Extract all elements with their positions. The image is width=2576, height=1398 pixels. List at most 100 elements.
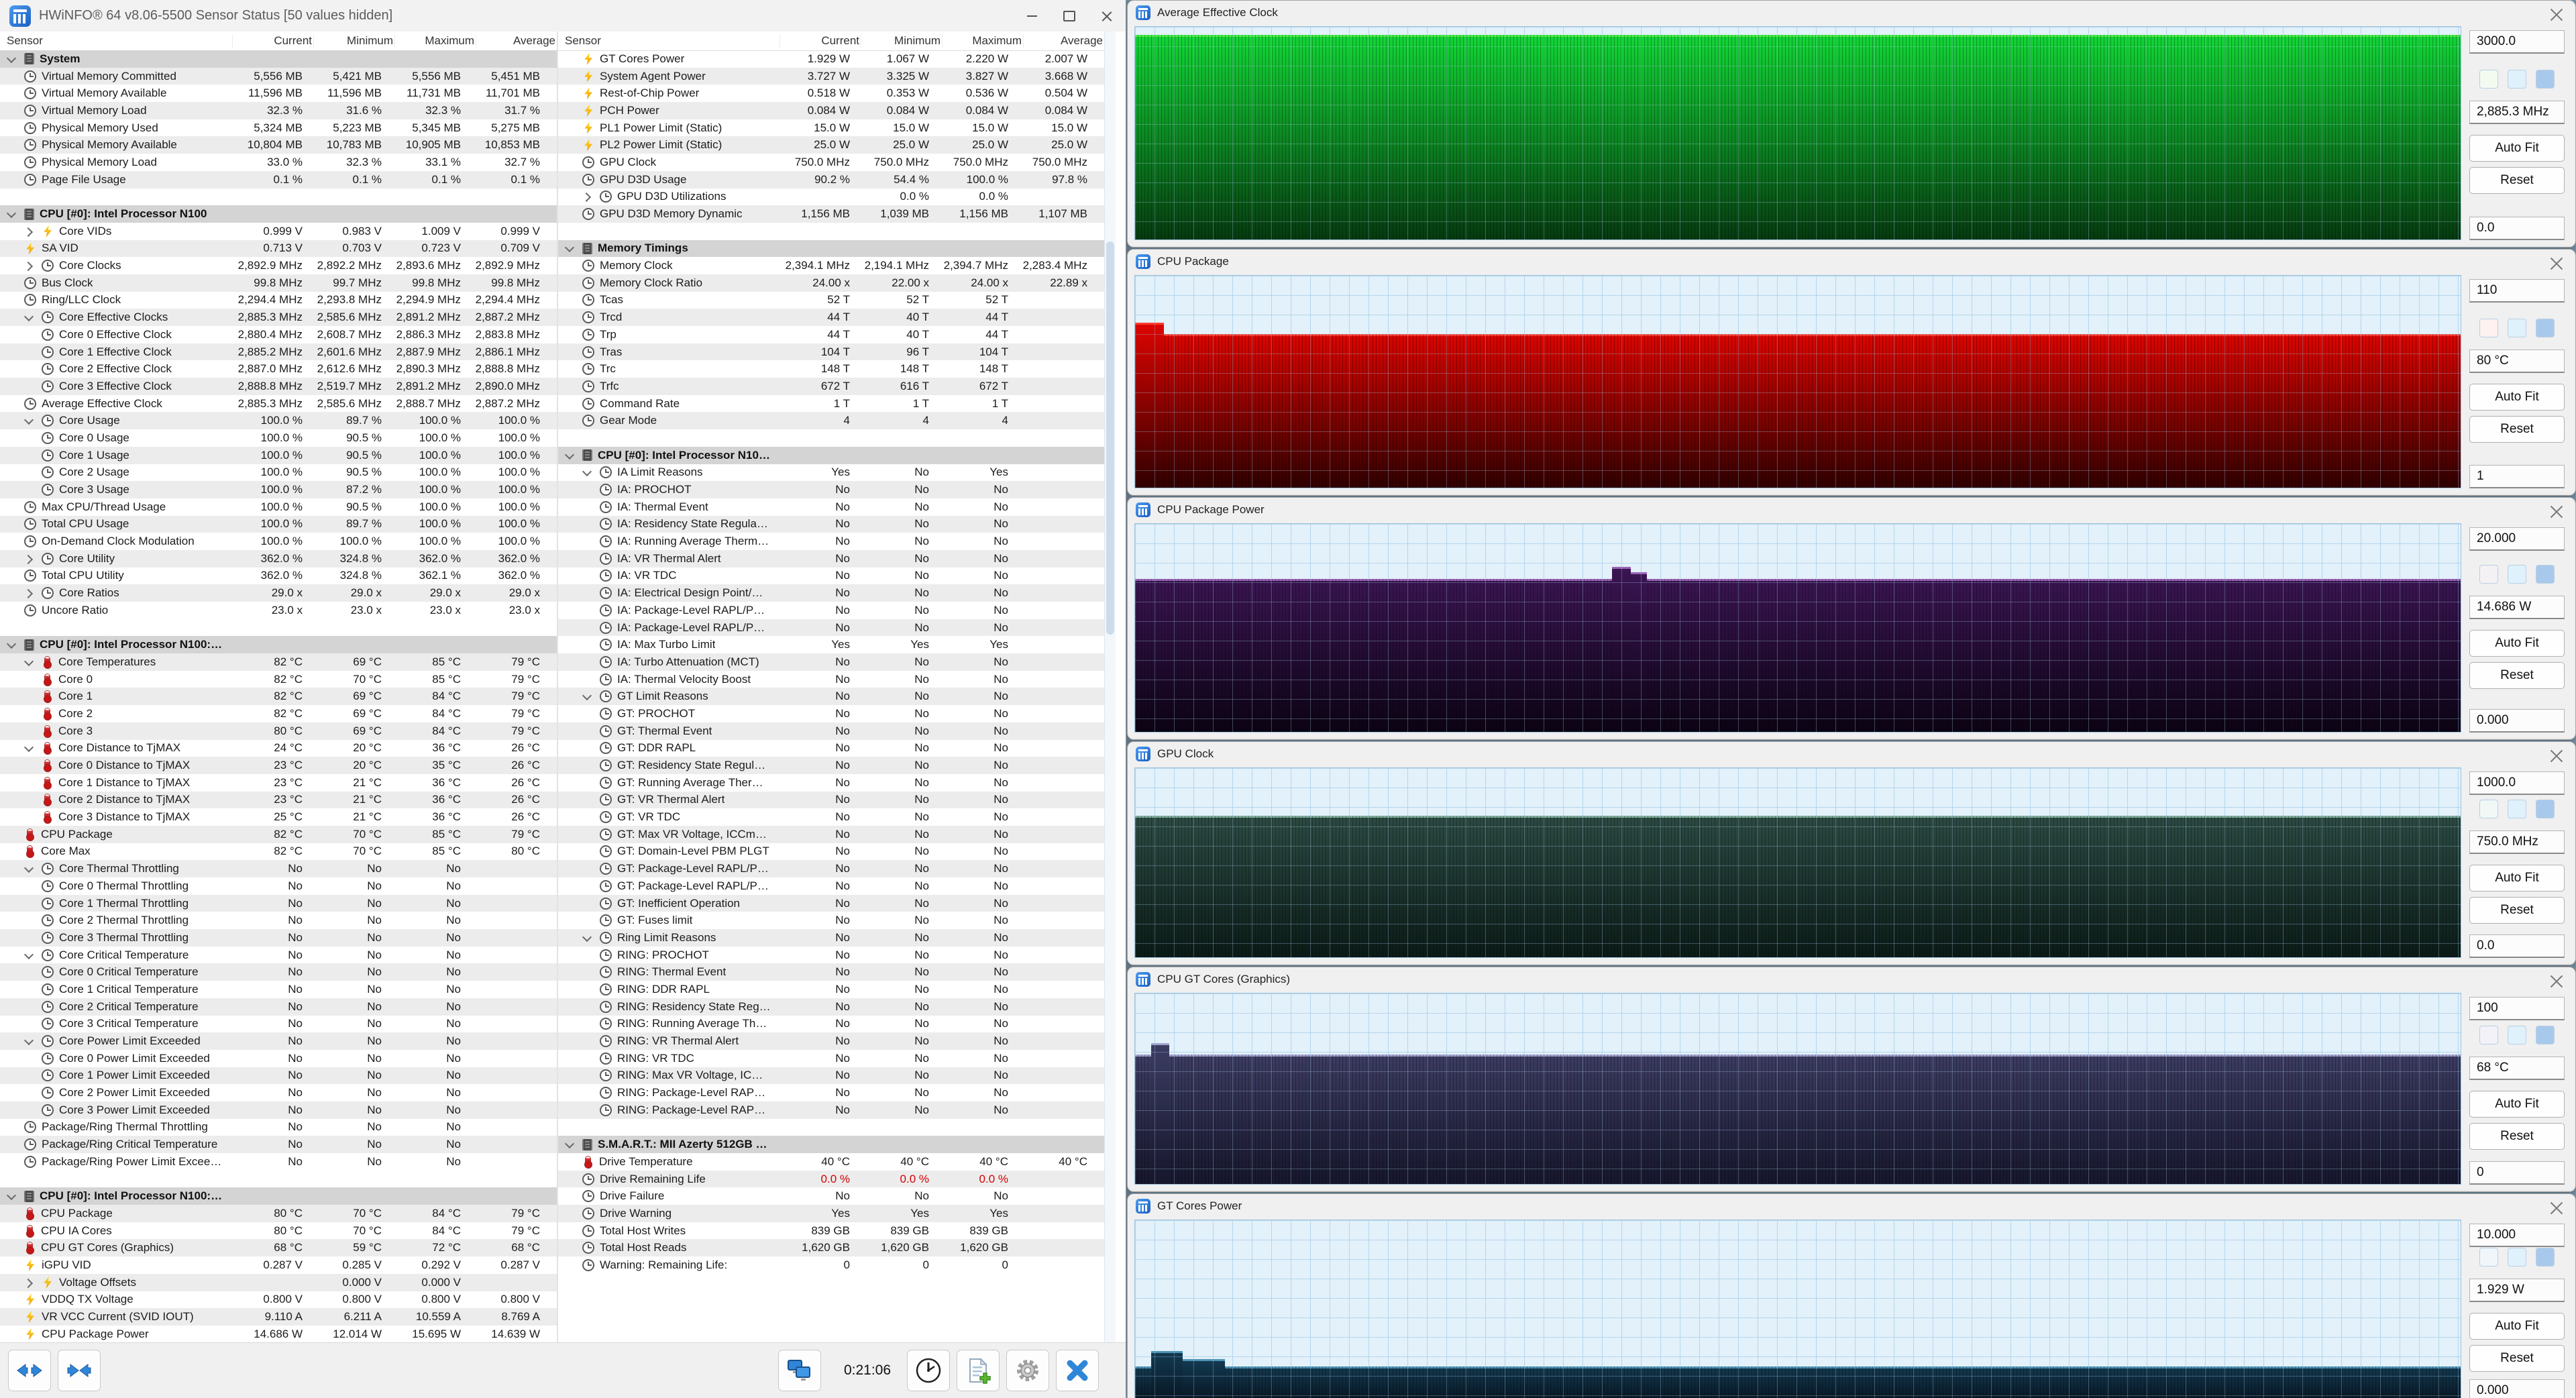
maximize-button[interactable] — [1051, 0, 1088, 32]
color-swatch-3[interactable] — [2536, 564, 2555, 584]
chevron-open-icon[interactable] — [23, 415, 36, 427]
sensor-row[interactable]: Core 3 80 °C 69 °C 84 °C 79 °C — [0, 722, 557, 740]
sensor-row[interactable]: RING: VR Thermal Alert No No No — [558, 1032, 1104, 1050]
max-scale-input[interactable]: 110 — [2469, 279, 2565, 303]
column-header-average[interactable]: Average — [476, 34, 557, 48]
sensor-row[interactable]: RING: Residency State Regulati... No No No — [558, 998, 1104, 1016]
sensor-row[interactable]: Average Effective Clock 2,885.3 MHz 2,585.… — [0, 395, 557, 413]
sensor-row[interactable]: Core 1 Power Limit Exceeded No No No — [0, 1067, 557, 1085]
graph-window-titlebar[interactable]: GT Cores Power — [1128, 1194, 2575, 1218]
sensor-row[interactable]: iGPU VID 0.287 V 0.285 V 0.292 V 0.287 V — [0, 1256, 557, 1274]
color-swatch-1[interactable] — [2479, 1025, 2498, 1044]
sensor-row[interactable]: Core Usage 100.0 % 89.7 % 100.0 % 100.0 % — [0, 412, 557, 430]
sensor-row[interactable]: Core Effective Clocks 2,885.3 MHz 2,585.6 … — [0, 309, 557, 326]
max-scale-input[interactable]: 100 — [2469, 997, 2565, 1020]
chevron-right-icon[interactable] — [23, 553, 36, 565]
column-header-average[interactable]: Average — [1023, 34, 1104, 48]
color-swatch-2[interactable] — [2508, 70, 2526, 89]
sensor-row[interactable]: Trfc 672 T 616 T 672 T — [558, 378, 1104, 395]
sensor-row[interactable]: CPU Package 82 °C 70 °C 85 °C 79 °C — [0, 825, 557, 843]
sensor-row[interactable]: SA VID 0.713 V 0.703 V 0.723 V 0.709 V — [0, 239, 557, 258]
chevron-open-icon[interactable] — [581, 690, 594, 702]
group-row[interactable]: CPU [#0]: Intel Processor N100: Enhanced — [0, 1187, 557, 1205]
sensor-row[interactable]: GT: Domain-Level PBM PLGT No No No — [558, 843, 1104, 861]
close-icon[interactable] — [2550, 504, 2563, 517]
chevron-open-icon[interactable] — [564, 1138, 577, 1150]
graph-window-titlebar[interactable]: CPU Package — [1128, 250, 2575, 274]
column-header-maximum[interactable]: Maximum — [942, 34, 1023, 48]
sensor-row[interactable]: Core 2 82 °C 69 °C 84 °C 79 °C — [0, 705, 557, 722]
sensor-row[interactable]: Core 0 Usage 100.0 % 90.5 % 100.0 % 100.0 % — [0, 429, 557, 447]
column-header-sensor[interactable]: Sensor — [7, 34, 232, 48]
sensor-row[interactable]: CPU IA Cores 80 °C 70 °C 84 °C 79 °C — [0, 1222, 557, 1240]
color-swatch-3[interactable] — [2536, 70, 2555, 89]
reset-button[interactable]: Reset — [2469, 1122, 2565, 1150]
close-sensors-button[interactable] — [1056, 1350, 1099, 1391]
sensor-row[interactable]: Core VIDs 0.999 V 0.983 V 1.009 V 0.999 V — [0, 223, 557, 240]
sensor-row[interactable]: RING: Package-Level RAPL/PB... No No No — [558, 1084, 1104, 1101]
chevron-open-icon[interactable] — [581, 466, 594, 478]
remote-monitoring-button[interactable] — [778, 1350, 821, 1391]
sensor-row[interactable]: IA: Package-Level RAPL/PBM PL1 No No No — [558, 602, 1104, 619]
color-swatch-3[interactable] — [2536, 318, 2555, 337]
sensor-row[interactable]: Ring Limit Reasons No No No — [558, 929, 1104, 947]
sensor-row[interactable]: Ring/LLC Clock 2,294.4 MHz 2,293.8 MHz 2,29… — [0, 292, 557, 309]
sensor-row[interactable]: On-Demand Clock Modulation 100.0 % 100.0 %… — [0, 533, 557, 550]
sensor-row[interactable]: RING: Running Average Therm... No No No — [558, 1016, 1104, 1033]
sensor-row[interactable]: Core Utility 362.0 % 324.8 % 362.0 % 362.0 % — [0, 549, 557, 568]
sensor-row[interactable]: IA: VR Thermal Alert No No No — [558, 549, 1104, 568]
chevron-open-icon[interactable] — [23, 311, 36, 323]
sensor-row[interactable]: Package/Ring Thermal Throttling No No No — [0, 1119, 557, 1136]
sensor-row[interactable]: IA: Max Turbo Limit Yes Yes Yes — [558, 636, 1104, 653]
sensor-row[interactable]: Core Max 82 °C 70 °C 85 °C 80 °C — [0, 843, 557, 861]
sensor-row[interactable]: Trp 44 T 40 T 44 T — [558, 326, 1104, 343]
min-scale-input[interactable]: 1 — [2469, 465, 2565, 488]
chevron-right-icon[interactable] — [23, 1277, 36, 1289]
sensor-row[interactable]: Physical Memory Available 10,804 MB 10,783… — [0, 136, 557, 154]
chevron-open-icon[interactable] — [5, 1190, 19, 1202]
sensor-row[interactable]: CPU Package 80 °C 70 °C 84 °C 79 °C — [0, 1205, 557, 1222]
sensor-row[interactable]: Gear Mode 4 4 4 — [558, 412, 1104, 430]
color-swatch-3[interactable] — [2536, 1248, 2555, 1267]
sensor-row[interactable]: Uncore Ratio 23.0 x 23.0 x 23.0 x 23.0 x — [0, 602, 557, 619]
sensor-row[interactable]: Virtual Memory Load 32.3 % 31.6 % 32.3 % 31.… — [0, 102, 557, 119]
sensor-row[interactable]: GT Cores Power 1.929 W 1.067 W 2.220 W 2.007… — [558, 50, 1104, 68]
sensor-row[interactable]: GT: VR Thermal Alert No No No — [558, 791, 1104, 809]
min-scale-input[interactable]: 0 — [2469, 1161, 2565, 1185]
sensor-row[interactable]: Core 1 Usage 100.0 % 90.5 % 100.0 % 100.0 % — [0, 446, 557, 464]
sensor-row[interactable]: Core Temperatures 82 °C 69 °C 85 °C 79 °C — [0, 653, 557, 671]
color-swatch-2[interactable] — [2508, 799, 2526, 818]
sensor-row[interactable]: CPU Package Power 14.686 W 12.014 W 15.695 … — [0, 1326, 557, 1342]
sensor-row[interactable]: Core 1 Thermal Throttling No No No — [0, 894, 557, 912]
chevron-open-icon[interactable] — [581, 932, 594, 944]
chevron-right-icon[interactable] — [581, 191, 594, 203]
sensor-row[interactable]: Drive Temperature 40 °C 40 °C 40 °C 40 °C — [558, 1153, 1104, 1171]
chevron-open-icon[interactable] — [564, 242, 577, 254]
sensor-row[interactable]: IA: Thermal Event No No No — [558, 498, 1104, 516]
sensor-row[interactable]: RING: Thermal Event No No No — [558, 963, 1104, 981]
sensor-row[interactable]: GT: Residency State Regulation No No No — [558, 757, 1104, 774]
column-header-maximum[interactable]: Maximum — [394, 34, 476, 48]
chevron-open-icon[interactable] — [23, 949, 36, 961]
sensor-row[interactable]: Core Clocks 2,892.9 MHz 2,892.2 MHz 2,893.6… — [0, 257, 557, 274]
sensor-row[interactable]: Tcas 52 T 52 T 52 T — [558, 292, 1104, 309]
min-scale-input[interactable]: 0.000 — [2469, 709, 2565, 733]
report-button[interactable] — [957, 1350, 1000, 1391]
sensor-row[interactable]: Trcd 44 T 40 T 44 T — [558, 309, 1104, 326]
close-icon[interactable] — [2550, 256, 2563, 269]
clock-settings-button[interactable] — [907, 1350, 950, 1391]
column-header-minimum[interactable]: Minimum — [861, 34, 942, 48]
sensor-row[interactable]: GPU D3D Utilizations 0.0 % 0.0 % — [558, 189, 1104, 206]
reset-button[interactable]: Reset — [2469, 896, 2565, 924]
sensor-row[interactable]: PL1 Power Limit (Static) 15.0 W 15.0 W 15.0… — [558, 119, 1104, 137]
sensor-row[interactable]: Core 2 Thermal Throttling No No No — [0, 912, 557, 929]
sensor-row[interactable]: Core 3 Effective Clock 2,888.8 MHz 2,519.7… — [0, 378, 557, 395]
sensor-row[interactable]: IA: VR TDC No No No — [558, 568, 1104, 585]
max-scale-input[interactable]: 20.000 — [2469, 527, 2565, 551]
sensor-row[interactable]: GT: Running Average Thermal ... No No No — [558, 774, 1104, 792]
sensor-row[interactable]: GPU D3D Usage 90.2 % 54.4 % 100.0 % 97.8 % — [558, 170, 1104, 189]
chevron-open-icon[interactable] — [5, 208, 19, 220]
sensor-row[interactable]: Total Host Reads 1,620 GB 1,620 GB 1,620 GB — [558, 1239, 1104, 1257]
column-header-current[interactable]: Current — [232, 34, 313, 48]
autofit-button[interactable]: Auto Fit — [2469, 864, 2565, 892]
